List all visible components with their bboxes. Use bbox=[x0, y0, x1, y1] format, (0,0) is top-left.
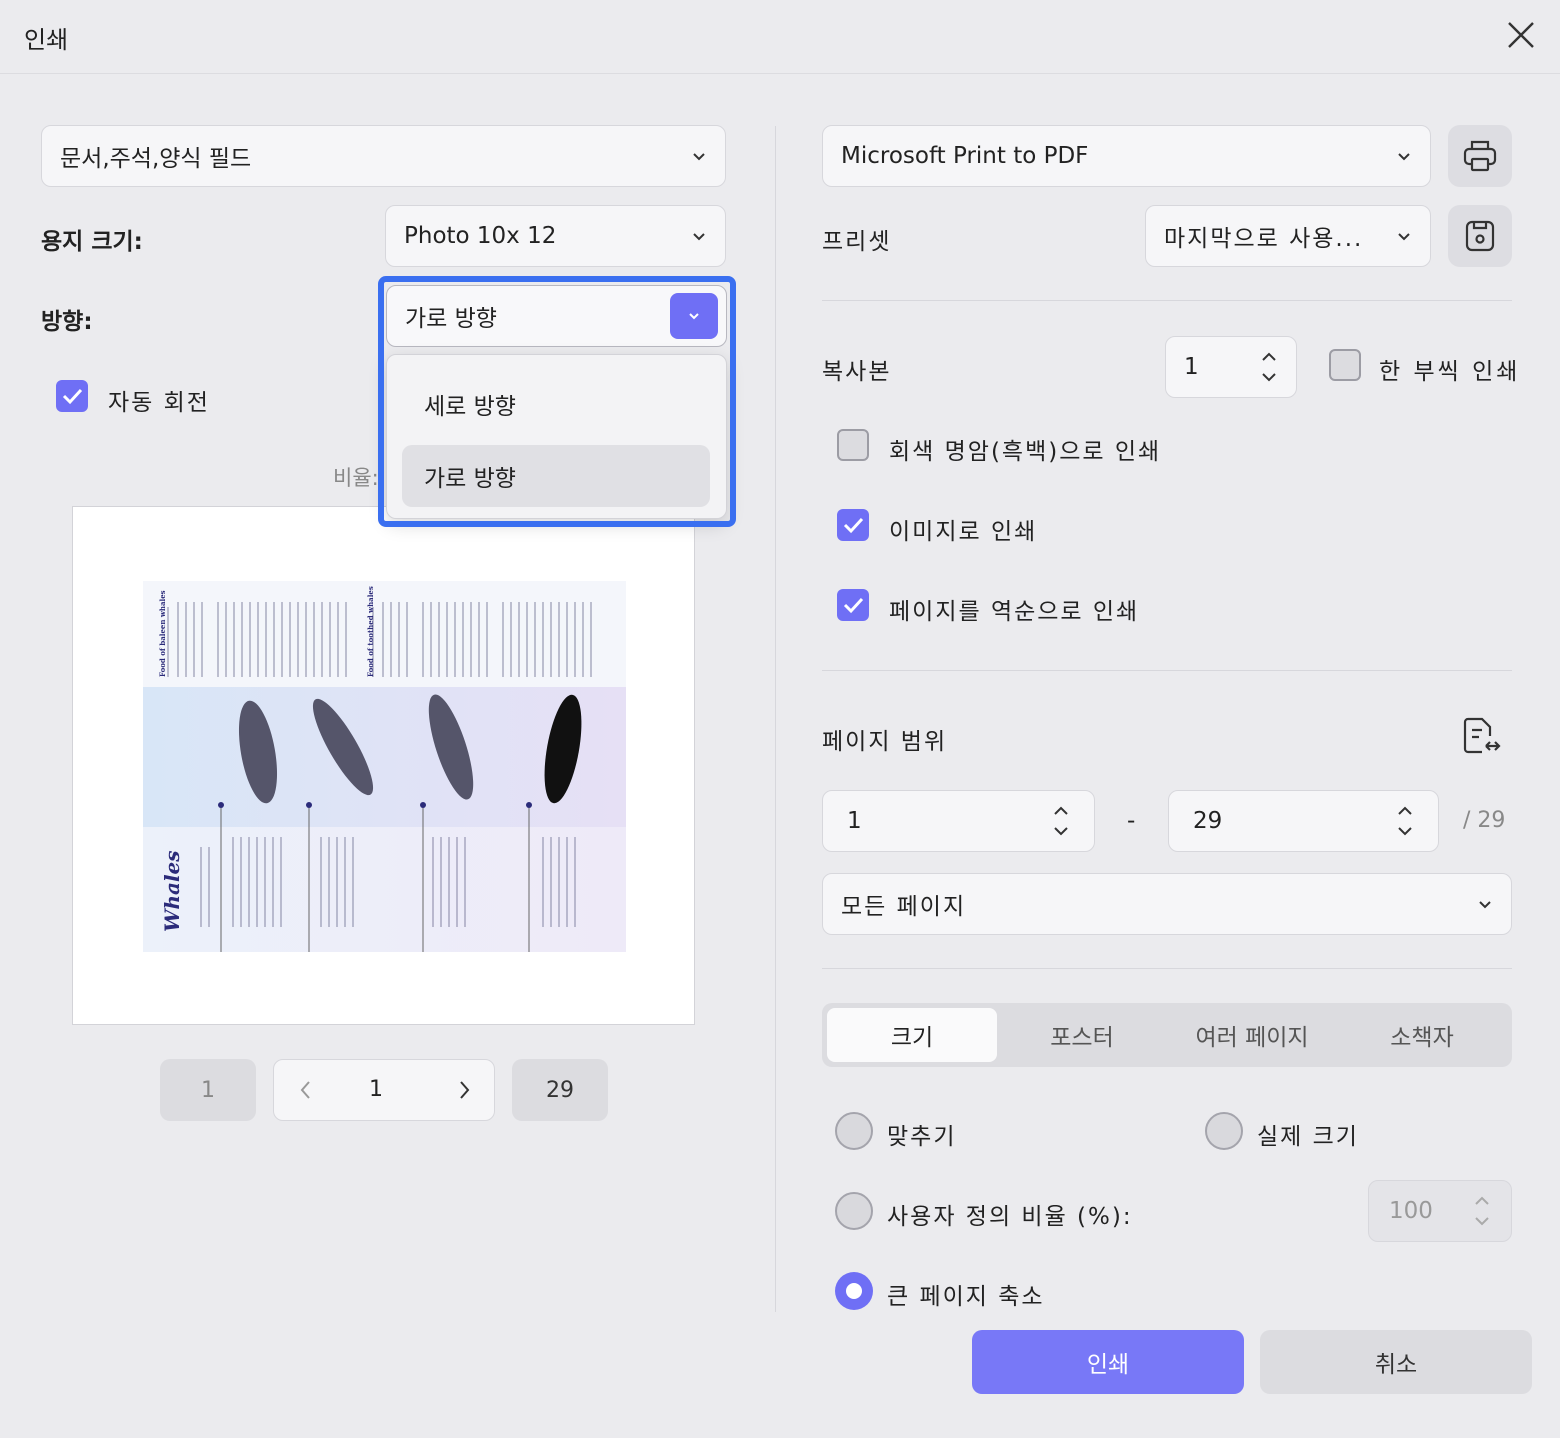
preset-value: 마지막으로 사용... bbox=[1164, 226, 1364, 252]
range-to-value: 29 bbox=[1193, 808, 1223, 834]
printer-value: Microsoft Print to PDF bbox=[841, 143, 1089, 169]
custom-scale-label: 사용자 정의 비율 (%): bbox=[887, 1204, 1133, 1230]
print-as-image-checkbox[interactable] bbox=[837, 509, 869, 541]
check-icon bbox=[843, 517, 864, 534]
save-icon bbox=[1465, 220, 1495, 252]
content-select[interactable]: 문서,주석,양식 필드 bbox=[41, 125, 726, 187]
stepper-arrows-icon[interactable] bbox=[1473, 1194, 1491, 1228]
page-preview: Whales Food of baleen whales Food of too… bbox=[72, 506, 695, 1025]
custom-scale-value: 100 bbox=[1389, 1198, 1433, 1224]
chevron-down-icon bbox=[1398, 233, 1410, 241]
collate-checkbox[interactable] bbox=[1329, 349, 1361, 381]
range-from-stepper[interactable]: 1 bbox=[822, 790, 1095, 852]
check-icon bbox=[62, 388, 83, 405]
paper-size-select[interactable]: Photo 10x 12 bbox=[385, 205, 726, 267]
chevron-down-icon bbox=[1398, 153, 1410, 161]
copies-stepper[interactable]: 1 bbox=[1165, 336, 1297, 398]
content-select-value: 문서,주석,양식 필드 bbox=[60, 146, 252, 172]
first-page-button[interactable]: 1 bbox=[160, 1059, 256, 1121]
panel-divider bbox=[775, 126, 776, 1312]
page-range-label: 페이지 범위 bbox=[822, 729, 948, 755]
custom-scale-radio[interactable] bbox=[835, 1192, 873, 1230]
preview-heading-toothed: Food of toothed whales bbox=[366, 586, 375, 677]
chevron-down-icon bbox=[1479, 901, 1491, 909]
shrink-large-pages-radio[interactable] bbox=[835, 1272, 873, 1310]
printer-icon bbox=[1463, 140, 1497, 172]
focus-highlight bbox=[378, 276, 736, 527]
grayscale-label: 회색 명암(흑백)으로 인쇄 bbox=[889, 439, 1162, 465]
custom-scale-stepper[interactable]: 100 bbox=[1368, 1180, 1512, 1242]
scaling-tabs: 크기 포스터 여러 페이지 소책자 bbox=[822, 1003, 1512, 1067]
preview-whales-title: Whales bbox=[160, 850, 184, 932]
tab-multiple-pages[interactable]: 여러 페이지 bbox=[1167, 1008, 1337, 1062]
reverse-order-checkbox[interactable] bbox=[837, 589, 869, 621]
copies-value: 1 bbox=[1184, 354, 1199, 380]
save-preset-button[interactable] bbox=[1448, 205, 1512, 267]
range-dash: - bbox=[1127, 808, 1136, 834]
tab-poster[interactable]: 포스터 bbox=[997, 1008, 1167, 1062]
stepper-arrows-icon[interactable] bbox=[1052, 804, 1070, 838]
page-navigator: 1 bbox=[273, 1059, 495, 1121]
pages-select-value: 모든 페이지 bbox=[841, 894, 967, 920]
chevron-down-icon bbox=[693, 233, 705, 241]
grayscale-checkbox[interactable] bbox=[837, 429, 869, 461]
dialog-title: 인쇄 bbox=[24, 26, 69, 54]
copies-label: 복사본 bbox=[822, 359, 892, 385]
preview-heading-baleen: Food of baleen whales bbox=[158, 590, 167, 677]
preset-select[interactable]: 마지막으로 사용... bbox=[1145, 205, 1431, 267]
stepper-arrows-icon[interactable] bbox=[1396, 804, 1414, 838]
current-page[interactable]: 1 bbox=[369, 1077, 383, 1102]
last-page-button[interactable]: 29 bbox=[512, 1059, 608, 1121]
cancel-button[interactable]: 취소 bbox=[1260, 1330, 1532, 1394]
reverse-order-label: 페이지를 역순으로 인쇄 bbox=[889, 599, 1140, 625]
auto-rotate-label: 자동 회전 bbox=[108, 390, 210, 416]
orientation-label: 방향: bbox=[41, 309, 93, 335]
actual-size-label: 실제 크기 bbox=[1257, 1124, 1359, 1150]
pages-select[interactable]: 모든 페이지 bbox=[822, 873, 1512, 935]
shrink-large-pages-label: 큰 페이지 축소 bbox=[887, 1284, 1045, 1310]
auto-rotate-checkbox[interactable] bbox=[56, 380, 88, 412]
collate-label: 한 부씩 인쇄 bbox=[1379, 359, 1521, 385]
scale-label: 비율: bbox=[333, 466, 379, 490]
printer-select[interactable]: Microsoft Print to PDF bbox=[822, 125, 1431, 187]
fit-radio[interactable] bbox=[835, 1112, 873, 1150]
fit-label: 맞추기 bbox=[887, 1124, 957, 1150]
page-range-swap-icon[interactable] bbox=[1460, 716, 1502, 758]
actual-size-radio[interactable] bbox=[1205, 1112, 1243, 1150]
print-button[interactable]: 인쇄 bbox=[972, 1330, 1244, 1394]
title-bar bbox=[0, 0, 1560, 74]
range-from-value: 1 bbox=[847, 808, 862, 834]
tab-size[interactable]: 크기 bbox=[827, 1008, 997, 1062]
tab-booklet[interactable]: 소책자 bbox=[1337, 1008, 1507, 1062]
range-total: / 29 bbox=[1463, 808, 1506, 833]
chevron-down-icon bbox=[693, 153, 705, 161]
paper-size-label: 용지 크기: bbox=[41, 229, 143, 255]
chevron-right-icon[interactable] bbox=[452, 1078, 476, 1102]
chevron-left-icon[interactable] bbox=[294, 1078, 318, 1102]
print-as-image-label: 이미지로 인쇄 bbox=[889, 519, 1038, 545]
section-divider bbox=[822, 670, 1512, 671]
section-divider bbox=[822, 300, 1512, 301]
range-to-stepper[interactable]: 29 bbox=[1168, 790, 1439, 852]
preview-page-image: Whales Food of baleen whales Food of too… bbox=[143, 581, 626, 952]
preset-label: 프리셋 bbox=[822, 229, 892, 255]
stepper-arrows-icon[interactable] bbox=[1260, 350, 1278, 384]
section-divider bbox=[822, 968, 1512, 969]
close-icon[interactable] bbox=[1504, 18, 1538, 52]
printer-properties-button[interactable] bbox=[1448, 125, 1512, 187]
check-icon bbox=[843, 597, 864, 614]
paper-size-value: Photo 10x 12 bbox=[404, 223, 557, 249]
